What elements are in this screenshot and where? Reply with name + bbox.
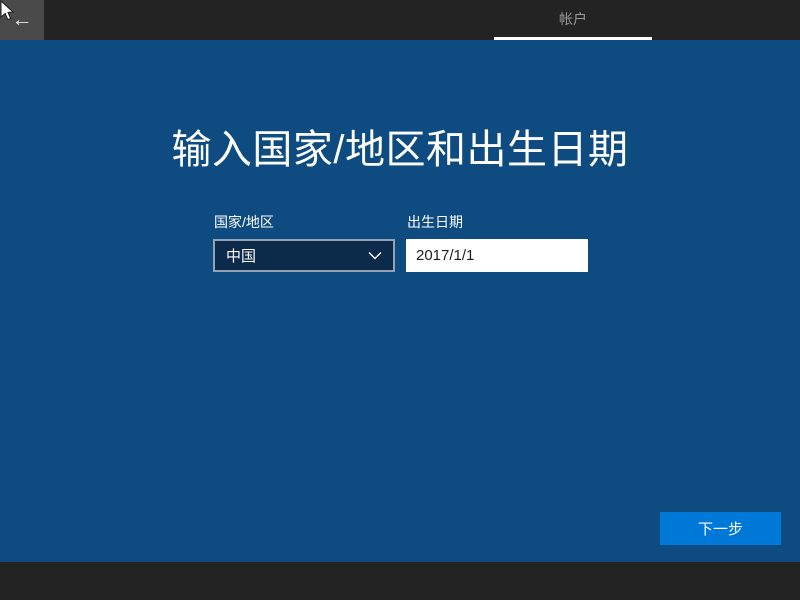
bottom-bar: [0, 562, 800, 600]
chevron-down-icon: [368, 251, 382, 260]
birthdate-label: 出生日期: [407, 214, 463, 230]
birthdate-input[interactable]: [406, 239, 588, 272]
next-button-label: 下一步: [698, 518, 743, 539]
top-bar: ← 帐户: [0, 0, 800, 40]
country-dropdown[interactable]: 中国: [213, 239, 395, 272]
tab-account-label: 帐户: [559, 9, 587, 29]
next-button[interactable]: 下一步: [660, 512, 781, 545]
back-arrow-icon: ←: [12, 8, 33, 32]
country-dropdown-value: 中国: [226, 245, 256, 266]
tab-account: 帐户: [494, 0, 652, 40]
oobe-screen: ← 帐户 输入国家/地区和出生日期 国家/地区 中国 出生日期 下一步: [0, 0, 800, 600]
back-button[interactable]: ←: [0, 0, 44, 40]
page-title: 输入国家/地区和出生日期: [0, 124, 800, 176]
country-label: 国家/地区: [214, 214, 274, 230]
